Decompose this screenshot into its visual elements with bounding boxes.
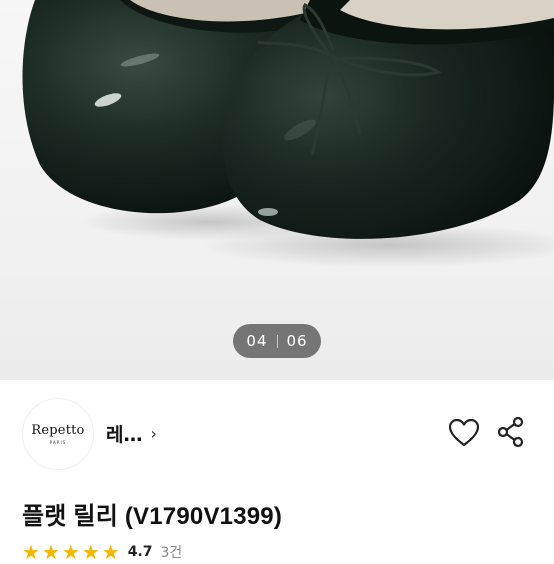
brand-logo-text: Repetto [31, 423, 85, 438]
product-image-gallery[interactable]: 04 06 [0, 0, 554, 380]
product-photo [22, 0, 554, 267]
heart-icon[interactable] [448, 418, 480, 447]
share-icon[interactable] [497, 416, 525, 448]
star-icon: ★ [81, 540, 100, 564]
pager-current: 04 [246, 332, 268, 350]
star-icon: ★ [101, 540, 120, 564]
pager-total: 06 [286, 332, 308, 350]
chevron-right-icon: › [150, 424, 157, 443]
brand-name: 레… [106, 424, 143, 446]
brand-logo[interactable]: Repetto PARIS [22, 398, 94, 470]
brand-link[interactable]: 레… › [106, 420, 157, 447]
rating-row[interactable]: ★ ★ ★ ★ ★ 4.7 3건 [22, 542, 182, 562]
brand-logo-subtext: PARIS [49, 440, 67, 445]
pager-divider [276, 334, 278, 348]
review-count[interactable]: 3건 [161, 542, 183, 562]
product-title: 플랫 릴리 (V1790V1399) [22, 503, 283, 530]
rating-stars: ★ ★ ★ ★ ★ [22, 542, 122, 562]
star-icon: ★ [22, 540, 40, 564]
rating-value: 4.7 [127, 544, 153, 560]
star-icon: ★ [41, 540, 60, 564]
image-pager: 04 06 [233, 324, 321, 358]
star-icon: ★ [61, 540, 80, 564]
